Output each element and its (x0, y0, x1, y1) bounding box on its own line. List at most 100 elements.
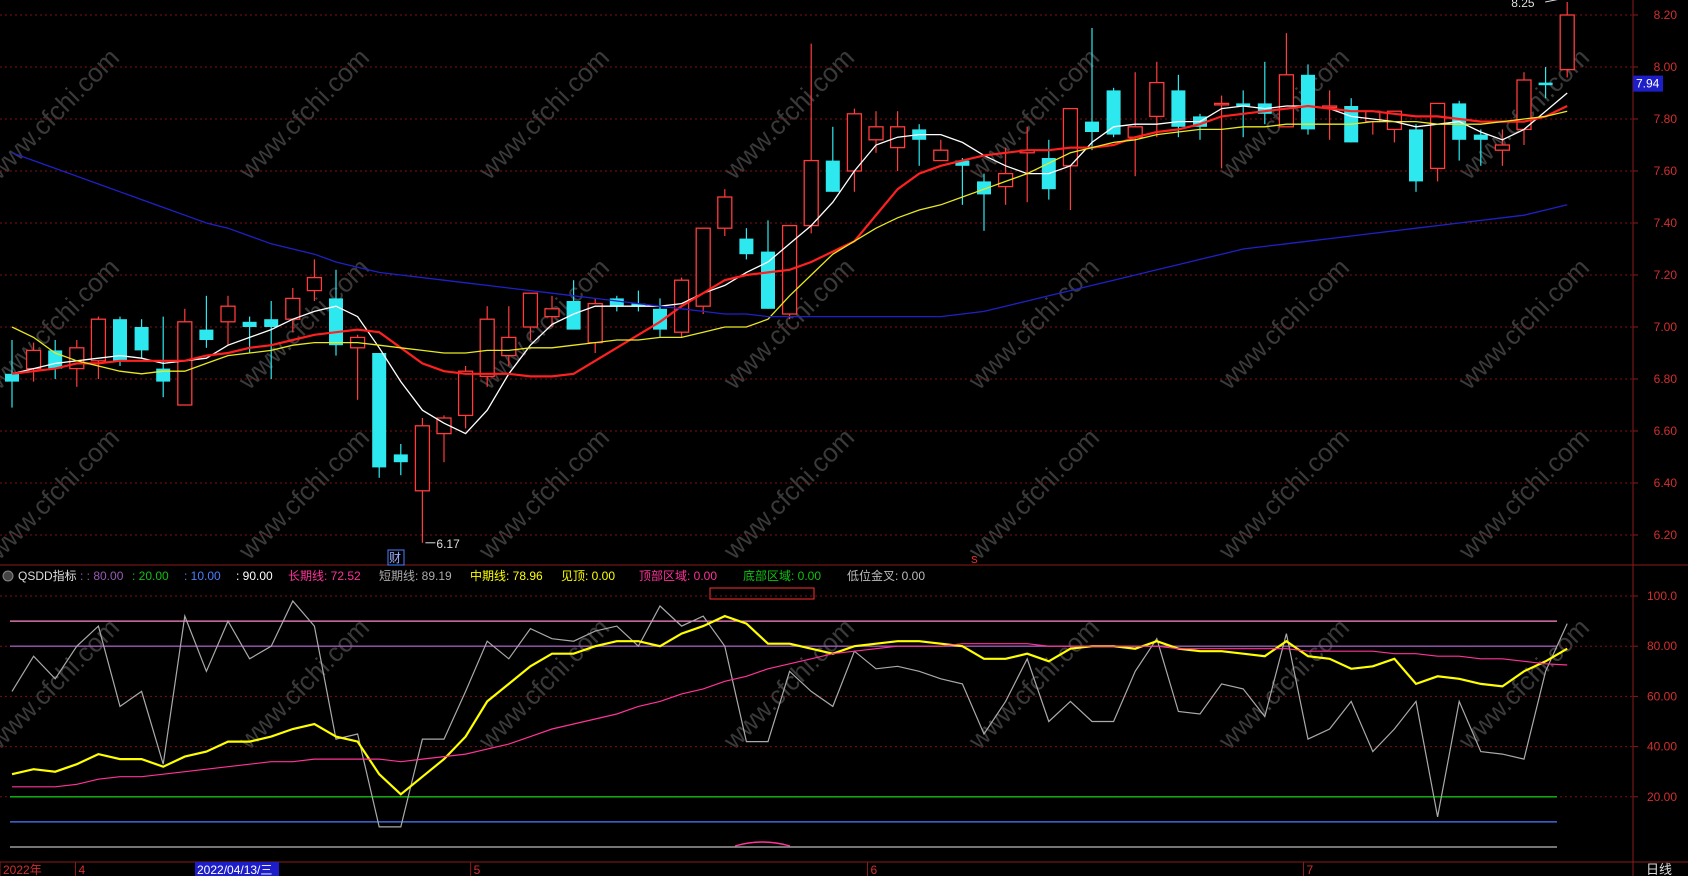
candle-body (1085, 121, 1099, 132)
watermark-text: www.cfchi.com (962, 422, 1105, 565)
candle-body (306, 276, 323, 292)
watermark-text: www.cfchi.com (0, 422, 125, 565)
legend-entry: 长期线: 72.52 (288, 569, 361, 583)
watermark-text: www.cfchi.com (1212, 252, 1355, 395)
legend-entry: : : 80.00 (80, 569, 124, 583)
candle-body (199, 329, 214, 340)
low-price-label: 6.17 (436, 537, 460, 551)
y-tick-label: 6.80 (1654, 372, 1678, 386)
candle-body (1301, 74, 1315, 130)
candle-body (1213, 102, 1230, 106)
candle-body (1429, 102, 1446, 170)
watermark-text: www.cfchi.com (232, 42, 375, 185)
legend-entry: : 90.00 (236, 569, 273, 583)
y-tick-label: 6.20 (1654, 528, 1678, 542)
candle-body (1149, 81, 1165, 118)
candle-body (717, 196, 733, 229)
candle-body (113, 319, 127, 361)
watermark-text: www.cfchi.com (472, 422, 615, 565)
high-price-label: 8.25 (1511, 0, 1535, 10)
y-tick-label: 7.40 (1654, 216, 1678, 230)
last-price-label: 7.94 (1636, 77, 1660, 91)
legend-entry: 底部区域: 0.00 (743, 568, 821, 583)
legend-entry: 见顶: 0.00 (561, 569, 615, 583)
candle-body (587, 302, 603, 344)
y-tick-label: 7.00 (1654, 320, 1678, 334)
watermark-text: www.cfchi.com (232, 422, 375, 565)
candle-body (220, 305, 236, 323)
candle-body (566, 301, 581, 330)
candle-body (264, 319, 279, 327)
y-tick-label: 8.00 (1654, 60, 1678, 74)
candle-body (739, 238, 754, 255)
y-tick-label: 60.00 (1647, 689, 1677, 703)
candle-body (761, 251, 775, 309)
y-tick-label: 40.00 (1647, 740, 1677, 754)
y-tick-label: 7.80 (1654, 112, 1678, 126)
collapse-icon (2, 570, 14, 582)
stock-chart: www.cfchi.com www.cfchi.com www.cfchi.com w… (0, 0, 1688, 876)
candle-body (1409, 129, 1423, 182)
candle-body (372, 353, 387, 468)
legend-entry: 中期线: 78.96 (470, 568, 543, 583)
y-tick-label: 6.40 (1654, 476, 1678, 490)
candle-body (695, 227, 711, 307)
x-tick-label: 5 (474, 863, 481, 876)
legend-entry: 低位金叉: 0.00 (847, 568, 925, 583)
watermark-text: www.cfchi.com (962, 612, 1105, 755)
watermark-text: www.cfchi.com (1452, 252, 1595, 395)
legend-entry: : 20.00 (132, 569, 169, 583)
date-axis: 2022/04/13/三 日线 2022年 4 5 6 7 (0, 862, 1672, 876)
high-pointer (1545, 0, 1558, 3)
watermark-text: www.cfchi.com (472, 612, 615, 755)
candle-body (933, 149, 949, 162)
candle-body (134, 327, 149, 351)
candle-body (1494, 144, 1511, 151)
y-tick-label: 100.0 (1647, 589, 1677, 603)
signal-marker: S (971, 555, 978, 566)
watermark-layer: www.cfchi.com www.cfchi.com www.cfchi.com w… (0, 42, 1595, 755)
candle-body (544, 308, 560, 318)
y-tick-label: 8.20 (1654, 8, 1678, 22)
date-cursor-label: 2022/04/13/三 (197, 863, 272, 876)
candle-body (177, 321, 193, 406)
candle-body (803, 159, 819, 227)
candle-body (609, 298, 624, 307)
candle-body (90, 318, 107, 362)
x-tick-label: 6 (870, 863, 877, 876)
candle-body (242, 321, 257, 327)
candle-body (868, 126, 884, 141)
watermark-text: www.cfchi.com (0, 42, 125, 185)
candle-body (1538, 82, 1553, 86)
signal-bump (734, 841, 791, 847)
y-tick-label: 20.00 (1647, 790, 1677, 804)
legend-entry: 顶部区域: 0.00 (639, 568, 717, 583)
event-badge[interactable]: 财 (389, 551, 401, 565)
x-tick-label: 4 (78, 863, 85, 876)
candle-body (393, 454, 408, 463)
watermark-text: www.cfchi.com (962, 252, 1105, 395)
legend-entry: : 10.00 (184, 569, 221, 583)
candle-body (1559, 14, 1575, 71)
watermark-text: www.cfchi.com (0, 612, 125, 755)
y-tick-label: 7.60 (1654, 164, 1678, 178)
candle-body (414, 425, 431, 492)
indicator-header: QSDD指标: : 80.00 : 20.00 : 10.00 : 90.00 … (2, 568, 925, 600)
period-label[interactable]: 日线 (1646, 862, 1672, 876)
candle-body (825, 160, 840, 192)
candle-body (457, 370, 474, 417)
watermark-text: www.cfchi.com (717, 422, 860, 565)
candle-body (5, 373, 19, 382)
candle-body (1062, 107, 1079, 167)
indicator-title: QSDD指标 (18, 568, 77, 583)
candle-body (1473, 134, 1488, 140)
candle-body (479, 318, 495, 378)
candle-body (329, 298, 343, 346)
watermark-text: www.cfchi.com (1212, 422, 1355, 565)
y-tick-label: 6.60 (1654, 424, 1678, 438)
candle-body (846, 113, 863, 172)
signal-box (709, 587, 815, 600)
legend-entry: 短期线: 89.19 (379, 569, 452, 583)
x-tick-label: 7 (1307, 863, 1314, 876)
watermark-text: www.cfchi.com (232, 612, 375, 755)
